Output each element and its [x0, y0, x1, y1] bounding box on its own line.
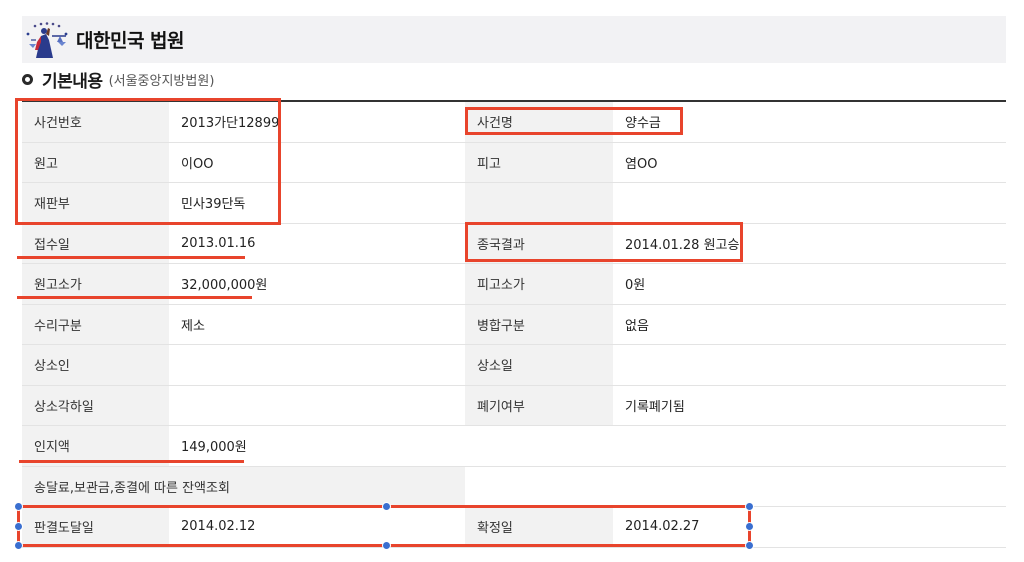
field-value: 0원: [613, 264, 1006, 304]
table-row: 원고 이OO 피고 염OO: [22, 142, 1006, 183]
field-value: 2013가단12899: [169, 102, 465, 142]
field-value: 2014.02.27: [613, 507, 1006, 547]
court-name[interactable]: 대한민국 법원: [76, 26, 185, 53]
table-row: 송달료,보관금,종결에 따른 잔액조회: [22, 466, 1006, 507]
table-row: 재판부 민사39단독: [22, 183, 1006, 224]
field-value: 양수금: [613, 102, 1006, 142]
field-label: 상소각하일: [22, 385, 169, 425]
table-row: 접수일 2013.01.16 종국결과 2014.01.28 원고승: [22, 223, 1006, 264]
field-value: 없음: [613, 304, 1006, 344]
case-info-table: 사건번호 2013가단12899 사건명 양수금 원고 이OO 피고 염OO 재…: [22, 100, 1006, 548]
table-row: 수리구분 제소 병합구분 없음: [22, 304, 1006, 345]
table-row: 인지액 149,000원: [22, 426, 1006, 467]
field-label: 피고소가: [465, 264, 613, 304]
court-header: 대한민국 법원: [22, 16, 1006, 63]
field-label: 피고: [465, 142, 613, 182]
table-row: 상소각하일 폐기여부 기록폐기됨: [22, 385, 1006, 426]
field-value: [613, 426, 1006, 466]
balance-inquiry-link[interactable]: 송달료,보관금,종결에 따른 잔액조회: [22, 466, 465, 506]
field-label: 원고소가: [22, 264, 169, 304]
field-value: 민사39단독: [169, 183, 465, 223]
field-label: 확정일: [465, 507, 613, 547]
field-value: 기록폐기됨: [613, 385, 1006, 425]
field-value: 염OO: [613, 142, 1006, 182]
field-label: 병합구분: [465, 304, 613, 344]
field-label: [465, 466, 613, 506]
field-value: 149,000원: [169, 426, 465, 466]
field-value: [169, 345, 465, 385]
field-value: [613, 466, 1006, 506]
field-value: 32,000,000원: [169, 264, 465, 304]
field-label: 접수일: [22, 223, 169, 263]
table-row: 상소인 상소일: [22, 345, 1006, 386]
field-label: 사건번호: [22, 102, 169, 142]
field-label: 재판부: [22, 183, 169, 223]
table-row: 판결도달일 2014.02.12 확정일 2014.02.27: [22, 507, 1006, 548]
field-label: [465, 183, 613, 223]
field-label: 인지액: [22, 426, 169, 466]
court-logo-icon[interactable]: [22, 20, 74, 60]
field-value: 제소: [169, 304, 465, 344]
section-title: 기본내용: [42, 71, 103, 92]
section-subtitle: (서울중앙지방법원): [108, 73, 215, 89]
bullet-circle-icon: [22, 73, 33, 85]
field-value: 이OO: [169, 142, 465, 182]
field-label: 상소일: [465, 345, 613, 385]
field-label: 상소인: [22, 345, 169, 385]
field-value: [169, 385, 465, 425]
field-value: 2013.01.16: [169, 223, 465, 263]
field-label: 종국결과: [465, 223, 613, 263]
field-label: 폐기여부: [465, 385, 613, 425]
table-row: 사건번호 2013가단12899 사건명 양수금: [22, 102, 1006, 143]
table-row: 원고소가 32,000,000원 피고소가 0원: [22, 264, 1006, 305]
field-label: [465, 426, 613, 466]
field-label: 수리구분: [22, 304, 169, 344]
field-value: 2014.02.12: [169, 507, 465, 547]
section-heading: 기본내용 (서울중앙지방법원): [22, 68, 215, 92]
field-label: 판결도달일: [22, 507, 169, 547]
field-label: 원고: [22, 142, 169, 182]
field-value: [613, 345, 1006, 385]
field-label: 사건명: [465, 102, 613, 142]
field-value: 2014.01.28 원고승: [613, 223, 1006, 263]
field-value: [613, 183, 1006, 223]
